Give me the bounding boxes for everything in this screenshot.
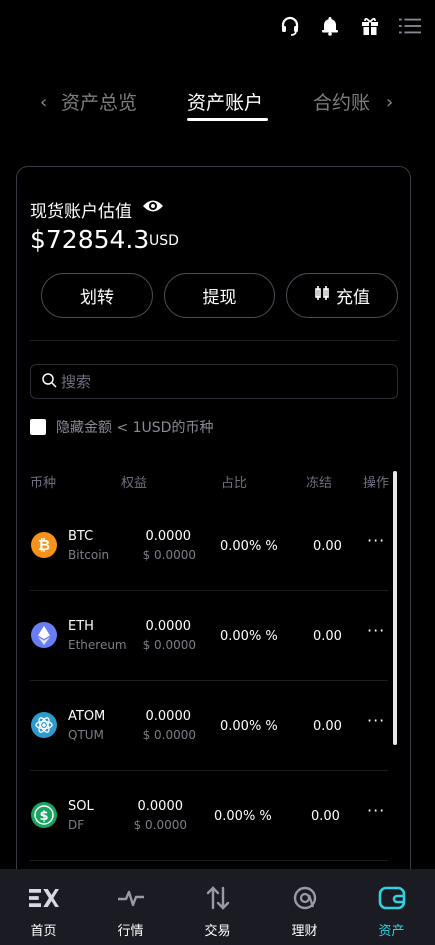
transfer-button-label: 划转 (80, 288, 114, 308)
coin-symbol: ETH (68, 619, 94, 634)
eye-icon[interactable] (142, 197, 164, 215)
coin-name: DF (68, 818, 85, 832)
coin-balance: 0.0000 (137, 799, 184, 814)
more-options-icon[interactable]: ··· (367, 621, 385, 640)
next-tab-arrow-icon[interactable]: › (386, 92, 393, 113)
prev-tab-arrow-icon[interactable]: ‹ (40, 92, 47, 113)
coin-balance-usd: $ 0.0000 (142, 728, 196, 742)
coin-frozen: 0.00 (313, 629, 342, 644)
search-box (30, 364, 398, 399)
account-tabs: ‹ 资产总览 资产账户 合约账 › (0, 88, 435, 124)
search-icon (41, 372, 57, 392)
header-equity: 权益 (121, 476, 148, 491)
finance-icon (290, 885, 320, 911)
nav-label-trade: 交易 (204, 924, 231, 939)
coin-balance: 0.0000 (145, 619, 192, 634)
coin-frozen: 0.00 (311, 809, 340, 824)
atom-icon (31, 712, 57, 738)
svg-text:₿: ₿ (38, 536, 50, 554)
wallet-icon (377, 885, 407, 911)
coin-balance: 0.0000 (145, 529, 192, 544)
bottom-nav: 首页 行情 交易 理财 资产 (0, 869, 435, 945)
nav-label-home: 首页 (30, 924, 57, 939)
coin-ratio: 0.00% % (220, 539, 278, 554)
coin-name: Ethereum (68, 638, 127, 652)
coin-symbol: SOL (68, 799, 94, 814)
top-toolbar (279, 12, 421, 40)
account-valuation-label: 现货账户估值 (30, 202, 132, 222)
nav-label-finance: 理财 (291, 924, 318, 939)
hide-small-balances: 隐藏金额 < 1USD的币种 (30, 417, 213, 437)
headset-icon[interactable] (279, 15, 301, 37)
nav-item-assets[interactable]: 资产 (348, 869, 435, 945)
table-row[interactable]: $ SOL DF 0.0000 $ 0.0000 0.00% % 0.00 ··… (30, 771, 388, 861)
divider (30, 340, 397, 341)
tab-asset-account[interactable]: 资产账户 (187, 88, 263, 115)
table-row[interactable]: ₿ BTC Bitcoin 0.0000 $ 0.0000 0.00% % 0.… (30, 501, 388, 591)
coin-balance: 0.0000 (145, 709, 192, 724)
coin-ratio: 0.00% % (220, 629, 278, 644)
spot-account-card: 现货账户估值 $72854.3 USD 划转 提现 充值 隐藏金额 < 1USD… (16, 166, 411, 886)
deposit-button[interactable]: 充值 (286, 273, 398, 318)
coin-symbol: BTC (68, 529, 94, 544)
coin-symbol: ATOM (68, 709, 106, 724)
bell-icon[interactable] (319, 15, 341, 37)
coin-name: QTUM (68, 728, 104, 742)
table-row[interactable]: ETH Ethereum 0.0000 $ 0.0000 0.00% % 0.0… (30, 591, 388, 681)
header-coin: 币种 (30, 476, 57, 491)
gift-icon[interactable] (359, 15, 381, 37)
more-options-icon[interactable]: ··· (367, 801, 385, 820)
swap-arrows-icon (203, 885, 233, 911)
sol-icon: $ (31, 802, 57, 828)
header-ratio: 占比 (221, 476, 248, 491)
more-options-icon[interactable]: ··· (367, 531, 385, 550)
coin-balance-usd: $ 0.0000 (142, 548, 196, 562)
transfer-button[interactable]: 划转 (41, 273, 153, 318)
nav-item-finance[interactable]: 理财 (261, 869, 348, 945)
eth-icon (31, 622, 57, 648)
tab-contract-account[interactable]: 合约账 (313, 88, 370, 115)
deposit-button-label: 充值 (336, 288, 370, 308)
tab-overview[interactable]: 资产总览 (61, 88, 137, 115)
btc-icon: ₿ (31, 532, 57, 558)
valuation-unit: USD (149, 233, 179, 249)
withdraw-button[interactable]: 提现 (164, 273, 275, 318)
coin-ratio: 0.00% % (214, 809, 272, 824)
table-scrollbar[interactable] (393, 471, 397, 745)
ex-logo-icon (28, 885, 59, 911)
search-input[interactable] (61, 372, 361, 391)
coin-ratio: 0.00% % (220, 719, 278, 734)
nav-label-market: 行情 (117, 924, 144, 939)
nav-item-home[interactable]: 首页 (0, 869, 87, 945)
deposit-icon (314, 285, 330, 306)
coin-frozen: 0.00 (313, 719, 342, 734)
header-frozen: 冻结 (306, 476, 333, 491)
active-tab-indicator (187, 118, 268, 121)
withdraw-button-label: 提现 (202, 288, 237, 308)
coin-frozen: 0.00 (313, 539, 342, 554)
header-action: 操作 (363, 476, 390, 491)
more-options-icon[interactable]: ··· (367, 711, 385, 730)
pulse-icon (116, 885, 146, 911)
hide-small-label: 隐藏金额 < 1USD的币种 (56, 420, 214, 436)
nav-label-assets: 资产 (378, 924, 405, 939)
nav-item-market[interactable]: 行情 (87, 869, 174, 945)
hide-small-checkbox[interactable] (30, 419, 46, 435)
table-row[interactable]: ATOM QTUM 0.0000 $ 0.0000 0.00% % 0.00 ·… (30, 681, 388, 771)
nav-item-trade[interactable]: 交易 (174, 869, 261, 945)
coin-balance-usd: $ 0.0000 (142, 638, 196, 652)
coin-name: Bitcoin (68, 548, 110, 562)
svg-text:$: $ (39, 809, 48, 824)
coin-balance-usd: $ 0.0000 (133, 818, 187, 832)
account-valuation-amount: $72854.3 (30, 225, 150, 254)
menu-icon[interactable] (399, 15, 421, 37)
